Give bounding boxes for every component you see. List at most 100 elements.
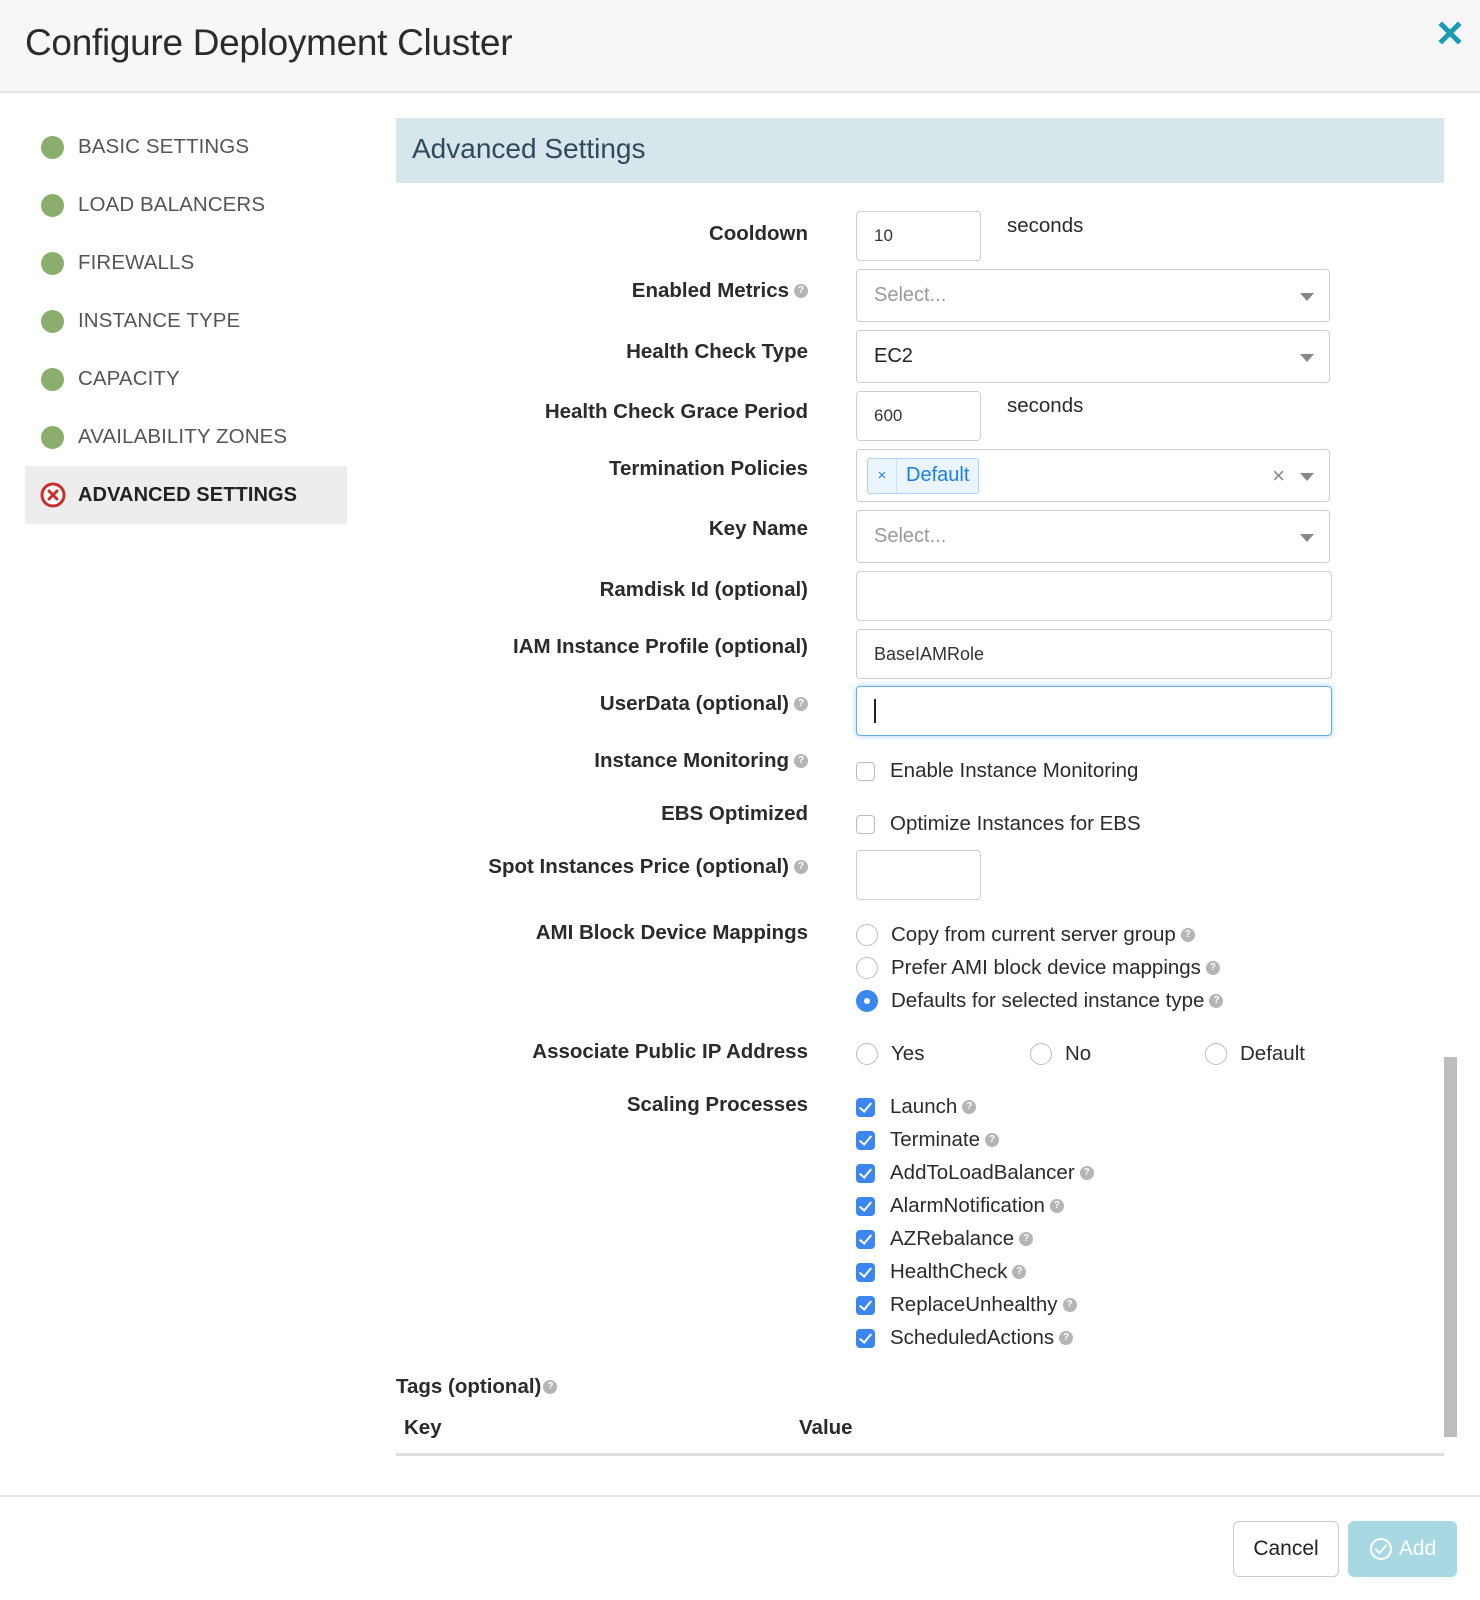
checkbox-checked[interactable] bbox=[856, 1097, 875, 1117]
clear-selection-icon[interactable]: × bbox=[1272, 463, 1285, 489]
help-icon[interactable]: ? bbox=[1019, 1232, 1034, 1246]
help-icon[interactable]: ? bbox=[962, 1100, 977, 1114]
help-icon[interactable]: ? bbox=[543, 1380, 558, 1394]
instance-monitoring-checkbox-row[interactable]: Enable Instance Monitoring bbox=[856, 759, 1138, 783]
help-icon[interactable]: ? bbox=[1049, 1199, 1064, 1213]
scaling-process-terminate[interactable]: Terminate ? bbox=[856, 1128, 1000, 1152]
public-ip-option-yes[interactable]: Yes bbox=[856, 1042, 924, 1066]
sidebar-item-label: BASIC SETTINGS bbox=[78, 135, 250, 158]
option-label: AZRebalance bbox=[890, 1227, 1015, 1250]
scaling-process-addtoloadbalancer[interactable]: AddToLoadBalancer ? bbox=[856, 1161, 1094, 1185]
select-placeholder: Select... bbox=[874, 284, 947, 306]
checkbox-checked[interactable] bbox=[856, 1295, 875, 1315]
health-check-grace-input[interactable]: 600 bbox=[856, 391, 981, 441]
help-icon[interactable]: ? bbox=[1180, 928, 1195, 942]
option-label: HealthCheck bbox=[890, 1260, 1008, 1283]
userdata-input[interactable] bbox=[856, 686, 1332, 736]
help-icon[interactable]: ? bbox=[1012, 1265, 1027, 1279]
ramdisk-id-label: Ramdisk Id (optional) bbox=[600, 578, 808, 602]
scaling-process-alarmnotification[interactable]: AlarmNotification ? bbox=[856, 1194, 1064, 1218]
scaling-process-healthcheck[interactable]: HealthCheck ? bbox=[856, 1260, 1027, 1284]
label-text: Ramdisk Id (optional) bbox=[599, 578, 808, 601]
scrollbar-thumb[interactable] bbox=[1444, 1057, 1457, 1437]
sidebar-item-capacity[interactable]: CAPACITY bbox=[25, 350, 347, 408]
help-icon[interactable]: ? bbox=[1062, 1298, 1077, 1312]
radio-button-selected[interactable] bbox=[856, 990, 878, 1012]
cooldown-input[interactable]: 10 bbox=[856, 211, 981, 261]
chevron-down-icon bbox=[1300, 533, 1314, 542]
help-icon[interactable]: ? bbox=[1205, 961, 1220, 975]
sidebar-item-label: INSTANCE TYPE bbox=[78, 309, 241, 332]
sidebar-item-label: FIREWALLS bbox=[78, 251, 195, 274]
complete-status-icon bbox=[41, 367, 64, 391]
spot-price-input[interactable] bbox=[856, 850, 981, 900]
radio-button[interactable] bbox=[1030, 1043, 1052, 1065]
text-cursor bbox=[874, 699, 876, 723]
sidebar-item-load-balancers[interactable]: LOAD BALANCERS bbox=[25, 176, 347, 234]
sidebar-item-instance-type[interactable]: INSTANCE TYPE bbox=[25, 292, 347, 350]
scaling-process-launch[interactable]: Launch ? bbox=[856, 1095, 977, 1119]
ami-option-defaults[interactable]: Defaults for selected instance type ? bbox=[856, 989, 1224, 1013]
radio-button[interactable] bbox=[856, 957, 878, 979]
add-button[interactable]: Add bbox=[1348, 1521, 1457, 1577]
sidebar-item-firewalls[interactable]: FIREWALLS bbox=[25, 234, 347, 292]
scaling-process-azrebalance[interactable]: AZRebalance ? bbox=[856, 1227, 1034, 1251]
checkbox-checked[interactable] bbox=[856, 1328, 875, 1348]
checkbox-checked[interactable] bbox=[856, 1229, 875, 1249]
help-icon[interactable]: ? bbox=[794, 860, 808, 874]
section-title: Advanced Settings bbox=[412, 133, 646, 164]
ebs-optimized-checkbox-row[interactable]: Optimize Instances for EBS bbox=[856, 812, 1141, 836]
sidebar-item-basic-settings[interactable]: BASIC SETTINGS bbox=[25, 118, 347, 176]
cancel-button[interactable]: Cancel bbox=[1233, 1521, 1339, 1577]
radio-button[interactable] bbox=[856, 1043, 878, 1065]
ramdisk-id-input[interactable] bbox=[856, 571, 1332, 621]
select-value: EC2 bbox=[874, 345, 913, 367]
public-ip-option-no[interactable]: No bbox=[1030, 1042, 1091, 1066]
scaling-process-replaceunhealthy[interactable]: ReplaceUnhealthy ? bbox=[856, 1293, 1077, 1317]
scaling-process-scheduledactions[interactable]: ScheduledActions ? bbox=[856, 1326, 1074, 1350]
spot-price-label: Spot Instances Price (optional)? bbox=[488, 855, 808, 879]
label-text: Enabled Metrics bbox=[631, 279, 789, 302]
checkbox-checked[interactable] bbox=[856, 1163, 875, 1183]
label-text: Scaling Processes bbox=[626, 1093, 808, 1116]
help-icon[interactable]: ? bbox=[1079, 1166, 1094, 1180]
section-header: Advanced Settings bbox=[396, 118, 1444, 183]
checkbox-checked[interactable] bbox=[856, 1262, 875, 1282]
help-icon[interactable]: ? bbox=[1059, 1331, 1074, 1345]
help-icon[interactable]: ? bbox=[794, 754, 808, 768]
ami-option-prefer[interactable]: Prefer AMI block device mappings ? bbox=[856, 956, 1220, 980]
sidebar-item-label: ADVANCED SETTINGS bbox=[78, 483, 298, 506]
enabled-metrics-select[interactable]: Select... bbox=[856, 269, 1330, 322]
close-button[interactable] bbox=[1437, 20, 1463, 46]
userdata-label: UserData (optional)? bbox=[600, 692, 808, 716]
termination-policies-label: Termination Policies bbox=[609, 457, 808, 481]
sidebar-item-availability-zones[interactable]: AVAILABILITY ZONES bbox=[25, 408, 347, 466]
label-text: Spot Instances Price (optional) bbox=[488, 855, 789, 878]
option-label: AddToLoadBalancer bbox=[890, 1161, 1075, 1184]
public-ip-option-default[interactable]: Default bbox=[1205, 1042, 1305, 1066]
key-name-select[interactable]: Select... bbox=[856, 510, 1330, 563]
health-check-type-select[interactable]: EC2 bbox=[856, 330, 1330, 383]
instance-monitoring-checkbox[interactable] bbox=[856, 761, 875, 781]
chevron-down-icon bbox=[1300, 292, 1314, 301]
column-header-key: Key bbox=[404, 1416, 442, 1439]
complete-status-icon bbox=[41, 193, 64, 217]
help-icon[interactable]: ? bbox=[985, 1133, 1000, 1147]
help-icon[interactable]: ? bbox=[794, 697, 808, 711]
chevron-down-icon bbox=[1300, 353, 1314, 362]
radio-button[interactable] bbox=[1205, 1043, 1227, 1065]
wizard-sidebar: BASIC SETTINGS LOAD BALANCERS FIREWALLS … bbox=[25, 118, 347, 524]
ebs-optimized-checkbox[interactable] bbox=[856, 814, 875, 834]
help-icon[interactable]: ? bbox=[1209, 994, 1224, 1008]
iam-profile-input[interactable]: BaseIAMRole bbox=[856, 629, 1332, 679]
help-icon[interactable]: ? bbox=[794, 284, 808, 298]
checkbox-checked[interactable] bbox=[856, 1130, 875, 1150]
checkbox-checked[interactable] bbox=[856, 1196, 875, 1216]
sidebar-item-advanced-settings[interactable]: ADVANCED SETTINGS bbox=[25, 466, 347, 524]
option-label: ReplaceUnhealthy bbox=[890, 1293, 1058, 1316]
radio-button[interactable] bbox=[856, 924, 878, 946]
remove-tag-icon[interactable]: × bbox=[868, 458, 897, 493]
health-check-type-label: Health Check Type bbox=[626, 340, 808, 364]
termination-policies-select[interactable]: × Default × bbox=[856, 449, 1330, 502]
ami-option-copy[interactable]: Copy from current server group ? bbox=[856, 923, 1195, 947]
